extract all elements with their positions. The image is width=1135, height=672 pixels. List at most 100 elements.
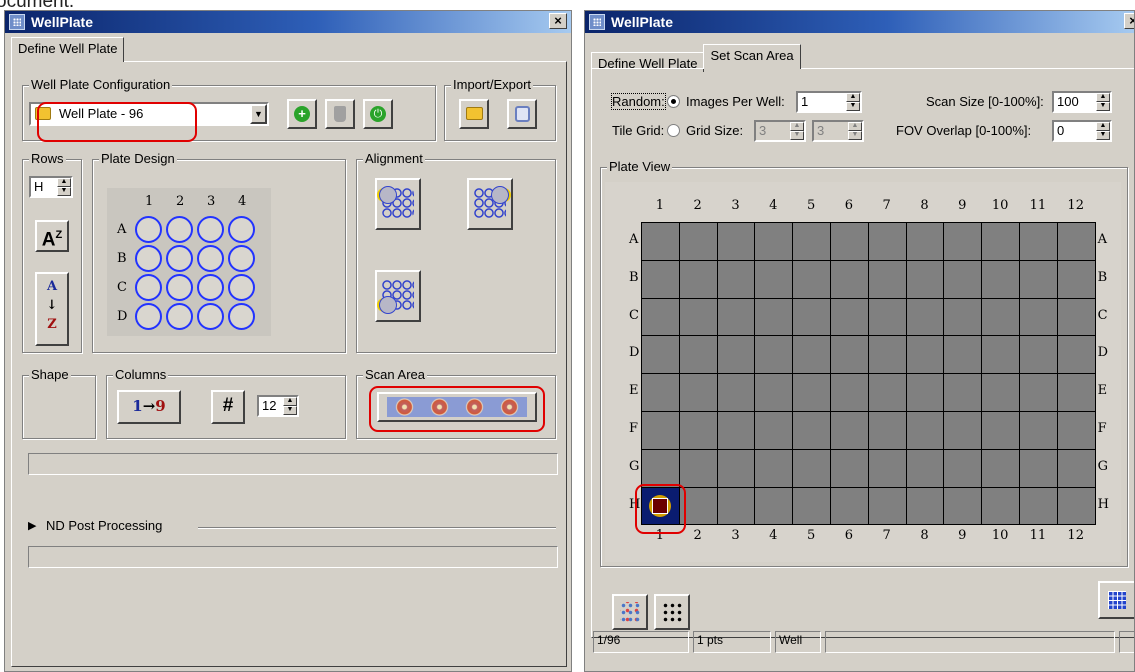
plate-well-G6[interactable] [830, 448, 869, 488]
spin-down-icon[interactable]: ▼ [790, 131, 804, 140]
spin-down-icon[interactable]: ▼ [1096, 131, 1110, 140]
plate-well-E1[interactable] [641, 373, 680, 412]
plate-well-H11[interactable] [1019, 486, 1058, 526]
spin-up-icon[interactable]: ▲ [790, 122, 804, 131]
plate-well-B1[interactable] [641, 259, 680, 299]
plate-well-E12[interactable] [1056, 373, 1096, 412]
plate-well-E9[interactable] [943, 373, 983, 412]
plate-well-G7[interactable] [867, 448, 907, 488]
plate-well-D7[interactable] [867, 335, 907, 375]
expand-triangle-icon[interactable]: ▶ [28, 519, 36, 532]
plate-well-B8[interactable] [905, 259, 945, 299]
plate-well-A3[interactable] [716, 222, 756, 261]
plate-well-C1[interactable] [641, 297, 680, 337]
spin-up-icon[interactable]: ▲ [846, 93, 860, 102]
plate-well-C9[interactable] [943, 297, 983, 337]
plate-well-A4[interactable] [754, 222, 794, 261]
tab-define-well-plate[interactable]: Define Well Plate [11, 37, 125, 62]
plate-well-G8[interactable] [905, 448, 945, 488]
plate-well-H7[interactable] [867, 486, 907, 526]
plate-well-F7[interactable] [867, 411, 907, 450]
plate-well-F3[interactable] [716, 411, 756, 450]
plate-well-H9[interactable] [943, 486, 983, 526]
plate-well-D11[interactable] [1019, 335, 1058, 375]
spin-down-icon[interactable]: ▼ [846, 102, 860, 111]
plate-well-D12[interactable] [1056, 335, 1096, 375]
plate-well-G3[interactable] [716, 448, 756, 488]
spin-up-icon[interactable]: ▲ [1096, 93, 1110, 102]
reset-plate-button[interactable]: ⏻ [363, 99, 393, 129]
plate-well-A10[interactable] [981, 222, 1020, 261]
plate-well-G4[interactable] [754, 448, 794, 488]
plate-well-G11[interactable] [1019, 448, 1058, 488]
plate-well-F4[interactable] [754, 411, 794, 450]
plate-well-E6[interactable] [830, 373, 869, 412]
close-button[interactable]: × [1124, 13, 1134, 29]
plate-well-B10[interactable] [981, 259, 1020, 299]
plate-well-E8[interactable] [905, 373, 945, 412]
grid-size-y-spinner[interactable]: 3 ▲ ▼ [812, 120, 864, 142]
plate-well-E2[interactable] [678, 373, 718, 412]
plate-well-D6[interactable] [830, 335, 869, 375]
plate-well-A8[interactable] [905, 222, 945, 261]
plate-well-C7[interactable] [867, 297, 907, 337]
plate-well-F5[interactable] [792, 411, 831, 450]
plate-well-H4[interactable] [754, 486, 794, 526]
align-top-right-button[interactable] [467, 178, 513, 230]
plate-well-C8[interactable] [905, 297, 945, 337]
plate-well-C2[interactable] [678, 297, 718, 337]
plate-well-H6[interactable] [830, 486, 869, 526]
plate-well-G9[interactable] [943, 448, 983, 488]
plate-well-B9[interactable] [943, 259, 983, 299]
plate-overview-button[interactable] [1098, 581, 1134, 619]
plate-well-G2[interactable] [678, 448, 718, 488]
plate-well-C10[interactable] [981, 297, 1020, 337]
plate-well-A7[interactable] [867, 222, 907, 261]
export-button[interactable] [507, 99, 537, 129]
right-title-bar[interactable]: WellPlate × [585, 11, 1134, 33]
plate-well-F10[interactable] [981, 411, 1020, 450]
nd-post-processing-section[interactable]: ▶ ND Post Processing [28, 518, 558, 536]
chevron-down-icon[interactable]: ▼ [250, 104, 267, 124]
plate-well-C3[interactable] [716, 297, 756, 337]
delete-plate-button[interactable] [325, 99, 355, 129]
spin-down-icon[interactable]: ▼ [283, 406, 297, 415]
plate-well-D1[interactable] [641, 335, 680, 375]
spin-down-icon[interactable]: ▼ [848, 131, 862, 140]
plate-well-D5[interactable] [792, 335, 831, 375]
tile-grid-radio[interactable] [667, 124, 680, 137]
tab-set-scan-area[interactable]: Set Scan Area [703, 44, 801, 69]
plate-well-H5[interactable] [792, 486, 831, 526]
plate-well-F11[interactable] [1019, 411, 1058, 450]
plate-well-H10[interactable] [981, 486, 1020, 526]
plate-well-F6[interactable] [830, 411, 869, 450]
columns-spinner[interactable]: 12 ▲ ▼ [257, 395, 299, 417]
plate-well-A5[interactable] [792, 222, 831, 261]
spin-up-icon[interactable]: ▲ [57, 178, 71, 187]
align-top-left-button[interactable] [375, 178, 421, 230]
hash-button[interactable]: # [211, 390, 245, 424]
plate-well-A1[interactable] [641, 222, 680, 261]
plate-well-C5[interactable] [792, 297, 831, 337]
sort-a-z-button[interactable]: A ↓ Z [35, 272, 69, 346]
plate-well-A2[interactable] [678, 222, 718, 261]
plate-well-C12[interactable] [1056, 297, 1096, 337]
plate-well-A9[interactable] [943, 222, 983, 261]
plate-well-B11[interactable] [1019, 259, 1058, 299]
plate-well-D10[interactable] [981, 335, 1020, 375]
fov-overlap-spinner[interactable]: 0 ▲ ▼ [1052, 120, 1112, 142]
plate-well-D8[interactable] [905, 335, 945, 375]
plate-well-B7[interactable] [867, 259, 907, 299]
plate-well-B3[interactable] [716, 259, 756, 299]
plate-well-C4[interactable] [754, 297, 794, 337]
scan-size-spinner[interactable]: 100 ▲ ▼ [1052, 91, 1112, 113]
plate-well-G12[interactable] [1056, 448, 1096, 488]
random-radio[interactable] [667, 95, 680, 108]
plate-well-B6[interactable] [830, 259, 869, 299]
plate-well-B2[interactable] [678, 259, 718, 299]
plate-well-D9[interactable] [943, 335, 983, 375]
plate-well-E3[interactable] [716, 373, 756, 412]
spin-up-icon[interactable]: ▲ [1096, 122, 1110, 131]
grid-points-button[interactable] [654, 594, 690, 630]
plate-well-F12[interactable] [1056, 411, 1096, 450]
